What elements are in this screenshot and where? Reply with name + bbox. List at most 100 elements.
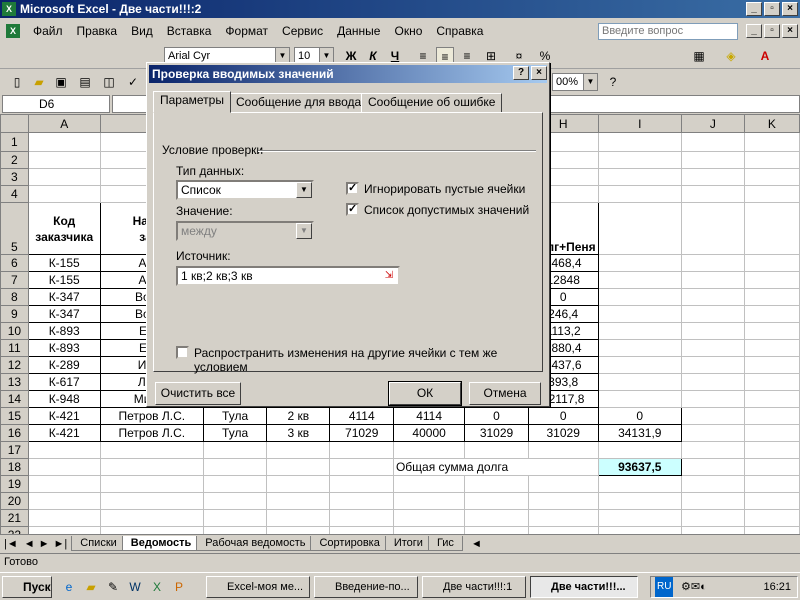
cell-customer-code[interactable]: К-347 — [27, 288, 101, 306]
word-icon[interactable]: W — [126, 578, 144, 596]
row-header[interactable]: 14 — [0, 390, 29, 408]
quicklaunch-icon[interactable]: ✎ — [104, 578, 122, 596]
menu-help[interactable]: Справка — [429, 24, 490, 38]
print-icon[interactable]: ▤ — [76, 73, 94, 91]
help-icon[interactable]: ? — [604, 73, 622, 91]
save-icon[interactable]: ▣ — [52, 73, 70, 91]
close-icon[interactable]: × — [531, 66, 547, 80]
row-header[interactable]: 2 — [0, 151, 29, 169]
menu-view[interactable]: Вид — [124, 24, 160, 38]
row-header[interactable]: 20 — [0, 492, 29, 510]
cell-customer-code[interactable]: К-289 — [27, 356, 101, 374]
close-icon[interactable]: × — [782, 2, 798, 16]
cell-customer-code[interactable]: К-893 — [27, 322, 101, 340]
row-header[interactable]: 6 — [0, 254, 29, 272]
language-indicator[interactable]: RU — [655, 577, 674, 597]
cell-customer-code[interactable]: К-155 — [27, 271, 101, 289]
row-header[interactable]: 16 — [0, 424, 29, 442]
menu-window[interactable]: Окно — [387, 24, 429, 38]
column-header[interactable]: I — [597, 114, 682, 133]
tab-input-message[interactable]: Сообщение для ввода — [229, 93, 369, 113]
menu-file[interactable]: Файл — [26, 24, 70, 38]
row-header[interactable]: 13 — [0, 373, 29, 391]
cell-customer-code[interactable]: К-347 — [27, 305, 101, 323]
task-button[interactable]: Две части!!!:1 — [422, 576, 526, 598]
row-header[interactable]: 5 — [0, 202, 29, 255]
help-search-input[interactable]: Введите вопрос — [598, 23, 738, 40]
collapse-dialog-icon[interactable]: ⇲ — [381, 268, 397, 284]
header-customer-code[interactable]: Код заказчика — [27, 202, 101, 255]
ie-icon[interactable]: e — [60, 578, 78, 596]
powerpoint-icon[interactable]: P — [170, 578, 188, 596]
doc-restore-icon[interactable]: ▫ — [764, 24, 780, 38]
cancel-button[interactable]: Отмена — [469, 382, 541, 405]
tab-error-alert[interactable]: Сообщение об ошибке — [361, 93, 503, 113]
spelling-icon[interactable]: ✓ — [124, 73, 142, 91]
in-cell-dropdown-checkbox[interactable]: ✓ — [346, 203, 359, 216]
sheet-tab[interactable]: Сортировка — [310, 536, 389, 551]
minimize-icon[interactable]: _ — [746, 2, 762, 16]
column-header[interactable]: A — [27, 114, 101, 133]
task-button-active[interactable]: Две части!!!... — [530, 576, 638, 598]
menu-edit[interactable]: Правка — [70, 24, 125, 38]
row-header[interactable]: 11 — [0, 339, 29, 357]
first-sheet-icon[interactable]: |◄ — [0, 538, 22, 550]
name-box[interactable]: D6 — [2, 95, 110, 113]
sheet-tab[interactable]: Рабочая ведомость — [196, 536, 315, 551]
chevron-down-icon[interactable]: ▼ — [583, 74, 597, 90]
horizontal-scrollbar[interactable]: ◄ — [471, 538, 482, 550]
chevron-down-icon[interactable]: ▼ — [296, 182, 312, 198]
borders-icon[interactable]: ▦ — [690, 47, 708, 65]
row-header[interactable]: 15 — [0, 407, 29, 425]
next-sheet-icon[interactable]: ► — [37, 538, 52, 550]
select-all-corner[interactable] — [0, 114, 29, 133]
cell-customer-code[interactable]: К-948 — [27, 390, 101, 408]
sheet-tab[interactable]: Списки — [71, 536, 126, 551]
apply-all-checkbox[interactable] — [176, 346, 189, 359]
task-button[interactable]: Excel-моя ме... — [206, 576, 310, 598]
menu-tools[interactable]: Сервис — [275, 24, 330, 38]
folder-icon[interactable]: ▰ — [82, 578, 100, 596]
cell-customer-code[interactable]: К-893 — [27, 339, 101, 357]
doc-close-icon[interactable]: × — [782, 24, 798, 38]
clear-all-button[interactable]: Очистить все — [155, 382, 241, 405]
cell-customer-code[interactable]: К-617 — [27, 373, 101, 391]
task-button[interactable]: Введение-по... — [314, 576, 418, 598]
sheet-tab-active[interactable]: Ведомость — [121, 536, 201, 551]
total-label[interactable]: Общая сумма долга — [392, 458, 599, 476]
font-color-icon[interactable]: A — [756, 47, 774, 65]
maximize-icon[interactable]: ▫ — [764, 2, 780, 16]
ignore-blank-checkbox[interactable]: ✓ — [346, 182, 359, 195]
row-header[interactable]: 3 — [0, 168, 29, 186]
row-header[interactable]: 17 — [0, 441, 29, 459]
fill-color-icon[interactable]: ◈ — [722, 47, 740, 65]
start-button[interactable]: Пуск — [2, 576, 52, 598]
zoom-select[interactable]: 00% ▼ — [552, 73, 598, 91]
column-header[interactable]: K — [743, 114, 800, 133]
sheet-tab[interactable]: Гис — [427, 536, 463, 551]
doc-minimize-icon[interactable]: _ — [746, 24, 762, 38]
total-value[interactable]: 93637,5 — [597, 458, 682, 476]
open-folder-icon[interactable]: ▰ — [30, 73, 48, 91]
tab-settings[interactable]: Параметры — [153, 91, 231, 113]
sheet-tab[interactable]: Итоги — [384, 536, 432, 551]
excel-icon[interactable]: X — [148, 578, 166, 596]
row-header[interactable]: 21 — [0, 509, 29, 527]
row-header[interactable]: 9 — [0, 305, 29, 323]
menu-data[interactable]: Данные — [330, 24, 387, 38]
column-header[interactable]: J — [680, 114, 745, 133]
row-header[interactable]: 22 — [0, 526, 29, 534]
help-icon[interactable]: ? — [513, 66, 529, 80]
allow-select[interactable]: Список ▼ — [176, 180, 314, 200]
row-header[interactable]: 19 — [0, 475, 29, 493]
row-header[interactable]: 1 — [0, 132, 29, 152]
tray-icons[interactable]: ⚙✉◐ — [681, 577, 707, 597]
cell-customer-code[interactable]: К-155 — [27, 254, 101, 272]
row-header[interactable]: 18 — [0, 458, 29, 476]
row-header[interactable]: 7 — [0, 271, 29, 289]
source-input[interactable]: 1 кв;2 кв;3 кв ⇲ — [176, 266, 400, 286]
row-header[interactable]: 4 — [0, 185, 29, 203]
menu-insert[interactable]: Вставка — [160, 24, 219, 38]
row-header[interactable]: 12 — [0, 356, 29, 374]
chevron-down-icon[interactable]: ▼ — [296, 223, 312, 239]
